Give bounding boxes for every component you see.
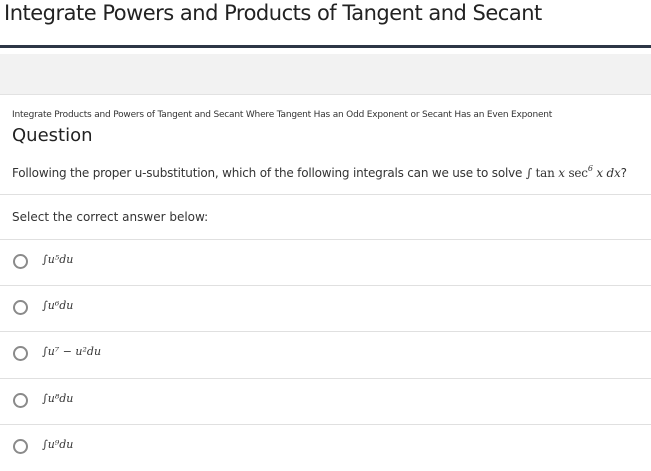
answer-option-2[interactable]: ∫u⁶du <box>0 286 651 332</box>
differential: dx <box>606 166 621 180</box>
tan-function: tan <box>535 166 555 180</box>
divider <box>0 194 651 195</box>
question-prompt: Following the proper u-substitution, whi… <box>12 164 627 180</box>
answer-label: ∫u⁶du <box>42 299 74 312</box>
select-prompt: Select the correct answer below: <box>12 210 209 224</box>
question-mark: ? <box>620 166 627 180</box>
integral-sign: ∫ <box>525 166 532 180</box>
radio-button[interactable] <box>13 346 28 361</box>
sec-function: sec <box>568 166 588 180</box>
question-heading: Question <box>12 125 93 146</box>
question-prompt-text: Following the proper u-substitution, whi… <box>12 166 526 180</box>
sec-exponent: 6 <box>587 164 593 173</box>
answer-option-3[interactable]: ∫u⁷ − u²du <box>0 332 651 378</box>
answer-label: ∫u⁷ − u²du <box>42 345 102 358</box>
radio-button[interactable] <box>13 300 28 315</box>
radio-button[interactable] <box>13 439 28 454</box>
variable-x: x <box>596 166 603 180</box>
answer-label: ∫u⁸du <box>42 392 74 405</box>
title-divider <box>0 45 651 48</box>
answer-option-1[interactable]: ∫u⁵du <box>0 240 651 286</box>
variable-x: x <box>558 166 565 180</box>
integral-expression: ∫ tan x sec6 x dx <box>525 164 621 180</box>
answer-label: ∫u⁹du <box>42 438 74 451</box>
answer-option-5[interactable]: ∫u⁹du <box>0 425 651 471</box>
toolbar-band <box>0 54 651 95</box>
radio-button[interactable] <box>13 393 28 408</box>
radio-button[interactable] <box>13 254 28 269</box>
page-title: Integrate Powers and Products of Tangent… <box>4 1 542 25</box>
answer-option-4[interactable]: ∫u⁸du <box>0 379 651 425</box>
breadcrumb: Integrate Products and Powers of Tangent… <box>12 110 553 120</box>
answer-label: ∫u⁵du <box>42 253 74 266</box>
